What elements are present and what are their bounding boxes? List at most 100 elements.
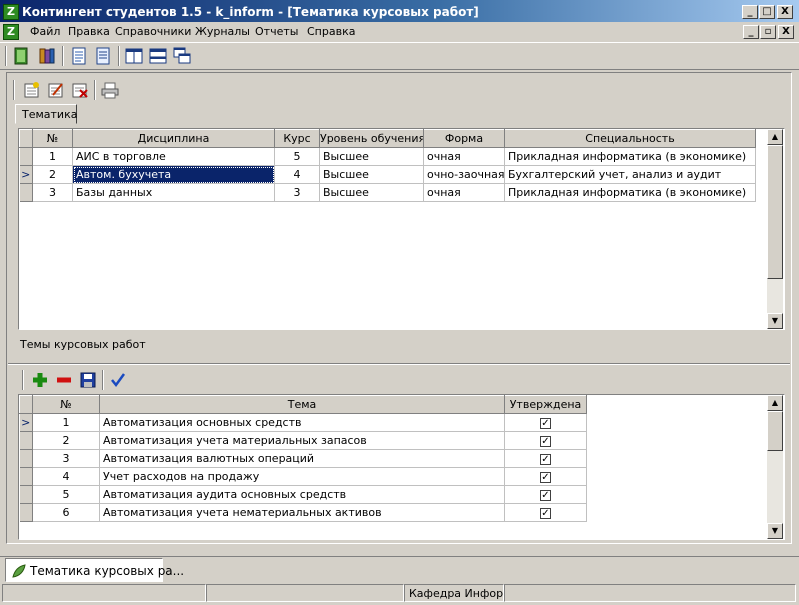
row-indicator[interactable] (19, 449, 33, 468)
splitter[interactable] (8, 363, 790, 365)
approved-checkbox[interactable]: ✓ (540, 417, 551, 429)
disciplines-grid[interactable]: № Дисциплина Курс Уровень обучения Форма… (18, 128, 785, 330)
column-header-form[interactable]: Форма (423, 129, 505, 148)
scroll-down-button[interactable]: ▼ (767, 313, 783, 329)
column-header-topic[interactable]: Тема (99, 395, 505, 414)
cell-course[interactable]: 4 (274, 165, 320, 184)
table-row[interactable]: 6 Автоматизация учета нематериальных акт… (19, 503, 587, 522)
edit-record-icon[interactable] (47, 81, 65, 99)
table-row[interactable]: 3 Базы данных 3 Высшее очная Прикладная … (19, 183, 756, 202)
table-row[interactable]: > 1 Автоматизация основных средств ✓ (19, 413, 587, 432)
cell-form[interactable]: очная (423, 147, 505, 166)
scroll-down-button[interactable]: ▼ (767, 523, 783, 539)
close-button[interactable]: X (777, 5, 793, 19)
child-app-icon[interactable]: Z (3, 24, 19, 40)
approved-checkbox[interactable]: ✓ (540, 435, 551, 447)
child-close-button[interactable]: X (778, 25, 794, 39)
table-row[interactable]: 2 Автоматизация учета материальных запас… (19, 431, 587, 450)
cell-level[interactable]: Высшее (319, 183, 424, 202)
column-header-specialty[interactable]: Специальность (504, 129, 756, 148)
scroll-up-button[interactable]: ▲ (767, 129, 783, 145)
table-row[interactable]: 3 Автоматизация валютных операций ✓ (19, 449, 587, 468)
cell-form[interactable]: очная (423, 183, 505, 202)
cell-number[interactable]: 3 (32, 183, 73, 202)
column-header-course[interactable]: Курс (274, 129, 320, 148)
row-indicator[interactable] (19, 503, 33, 522)
cell-topic[interactable]: Автоматизация учета нематериальных актив… (99, 503, 505, 522)
menu-file[interactable]: Файл (30, 25, 60, 38)
tab-thematics[interactable]: Тематика (15, 104, 77, 124)
column-header-number[interactable]: № (32, 395, 100, 414)
cell-course[interactable]: 5 (274, 147, 320, 166)
current-row-indicator[interactable]: > (19, 413, 33, 432)
cell-level[interactable]: Высшее (319, 165, 424, 184)
cell-number[interactable]: 3 (32, 449, 100, 468)
current-row-indicator[interactable]: > (19, 165, 33, 184)
column-header-discipline[interactable]: Дисциплина (72, 129, 275, 148)
cell-discipline[interactable]: Базы данных (72, 183, 275, 202)
menu-reports[interactable]: Отчеты (255, 25, 298, 38)
document-icon[interactable] (70, 47, 88, 65)
cell-number[interactable]: 1 (32, 147, 73, 166)
cell-number[interactable]: 5 (32, 485, 100, 504)
plus-icon[interactable] (31, 371, 49, 389)
cell-topic[interactable]: Автоматизация учета материальных запасов (99, 431, 505, 450)
cell-number[interactable]: 2 (32, 431, 100, 450)
scroll-thumb[interactable] (767, 145, 783, 279)
cell-form[interactable]: очно-заочная (423, 165, 505, 184)
cell-specialty[interactable]: Прикладная информатика (в экономике) (504, 147, 756, 166)
topics-grid[interactable]: № Тема Утверждена > 1 Автоматизация осно… (18, 394, 785, 540)
cell-level[interactable]: Высшее (319, 147, 424, 166)
minimize-button[interactable]: _ (742, 5, 758, 19)
column-header-number[interactable]: № (32, 129, 73, 148)
child-restore-button[interactable]: ▫ (760, 25, 776, 39)
row-indicator[interactable] (19, 147, 33, 166)
table-row[interactable]: 1 АИС в торговле 5 Высшее очная Прикладн… (19, 147, 756, 166)
print-icon[interactable] (101, 81, 119, 99)
cell-specialty[interactable]: Прикладная информатика (в экономике) (504, 183, 756, 202)
table-row[interactable]: > 2 Автом. бухучета 4 Высшее очно-заочна… (19, 165, 756, 184)
taskbar-item-thematics[interactable]: Тематика курсовых ра... (5, 558, 184, 582)
column-header-approved[interactable]: Утверждена (504, 395, 587, 414)
child-minimize-button[interactable]: _ (743, 25, 759, 39)
table-row[interactable]: 5 Автоматизация аудита основных средств … (19, 485, 587, 504)
topics-vertical-scrollbar[interactable]: ▲ ▼ (767, 395, 783, 539)
approved-checkbox[interactable]: ✓ (540, 471, 551, 483)
cell-topic[interactable]: Учет расходов на продажу (99, 467, 505, 486)
menu-help[interactable]: Справка (307, 25, 355, 38)
save-icon[interactable] (79, 371, 97, 389)
windows-cascade-icon[interactable] (173, 47, 191, 65)
cell-number[interactable]: 2 (32, 165, 73, 184)
scroll-up-button[interactable]: ▲ (767, 395, 783, 411)
menu-references[interactable]: Справочники (115, 25, 191, 38)
add-record-icon[interactable] (23, 81, 41, 99)
column-header-level[interactable]: Уровень обучения (319, 129, 424, 148)
scroll-thumb[interactable] (767, 411, 783, 451)
cell-discipline-selected[interactable]: Автом. бухучета (72, 165, 275, 184)
cell-number[interactable]: 4 (32, 467, 100, 486)
minus-icon[interactable] (55, 371, 73, 389)
row-indicator[interactable] (19, 485, 33, 504)
columns-icon[interactable] (125, 47, 143, 65)
table-row[interactable]: 4 Учет расходов на продажу ✓ (19, 467, 587, 486)
maximize-button[interactable]: □ (759, 5, 775, 19)
checkmark-icon[interactable] (109, 371, 127, 389)
cell-discipline[interactable]: АИС в торговле (72, 147, 275, 166)
disciplines-vertical-scrollbar[interactable]: ▲ ▼ (767, 129, 783, 329)
cell-topic[interactable]: Автоматизация аудита основных средств (99, 485, 505, 504)
approved-checkbox[interactable]: ✓ (540, 453, 551, 465)
approved-checkbox[interactable]: ✓ (540, 507, 551, 519)
rows-icon[interactable] (149, 47, 167, 65)
menu-edit[interactable]: Правка (68, 25, 110, 38)
books-icon[interactable] (38, 47, 56, 65)
book-green-icon[interactable] (12, 47, 30, 65)
cell-course[interactable]: 3 (274, 183, 320, 202)
cell-specialty[interactable]: Бухгалтерский учет, анализ и аудит (504, 165, 756, 184)
row-indicator[interactable] (19, 431, 33, 450)
menu-journals[interactable]: Журналы (195, 25, 250, 38)
delete-record-icon[interactable] (71, 81, 89, 99)
cell-topic[interactable]: Автоматизация основных средств (99, 413, 505, 432)
document-list-icon[interactable] (94, 47, 112, 65)
cell-number[interactable]: 6 (32, 503, 100, 522)
row-indicator[interactable] (19, 467, 33, 486)
